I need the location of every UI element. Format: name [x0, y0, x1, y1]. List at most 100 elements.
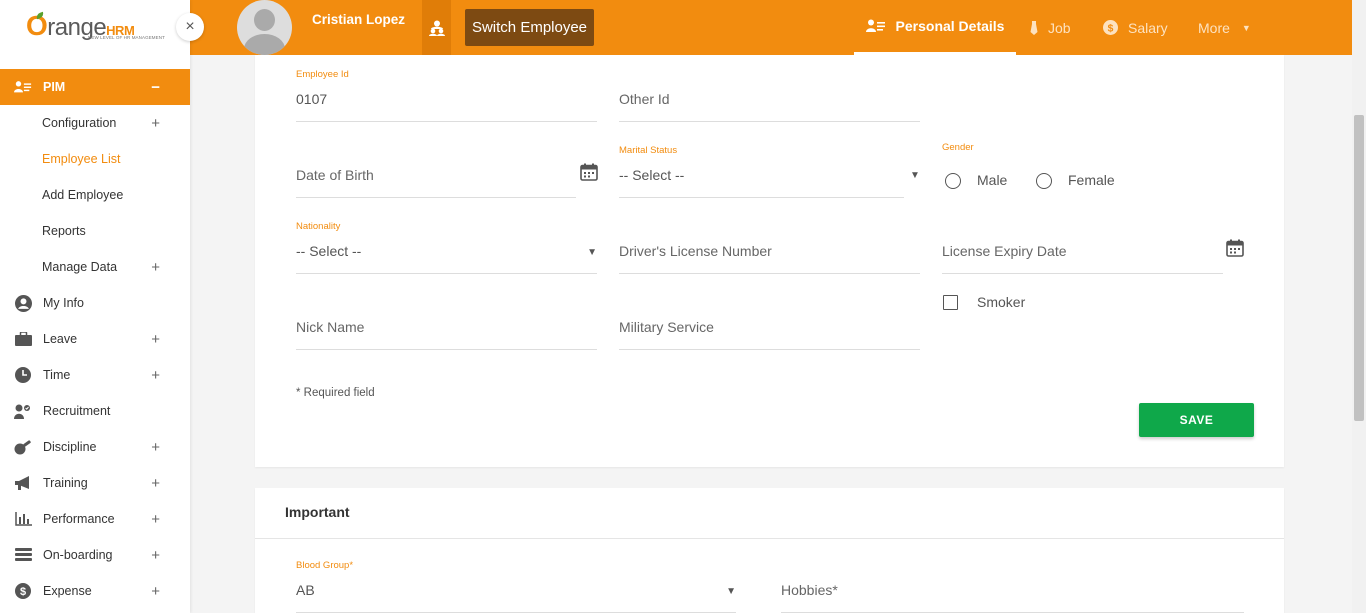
tab-label: More	[1198, 19, 1230, 36]
menu-item-my-info[interactable]: My Info	[0, 285, 190, 321]
field-value: AB	[296, 582, 315, 598]
menu-item-performance[interactable]: Performance +	[0, 501, 190, 537]
personal-details-card: Employee Id 0107 Other Id Date of Birth …	[255, 55, 1284, 467]
date-of-birth-field[interactable]: Date of Birth	[296, 141, 576, 198]
employee-name: Cristian Lopez	[312, 12, 406, 27]
drivers-license-field[interactable]: Driver's License Number	[619, 217, 920, 274]
save-button[interactable]: SAVE	[1139, 403, 1254, 437]
tab-personal-details[interactable]: Personal Details	[854, 0, 1016, 55]
field-placeholder: Military Service	[619, 319, 714, 335]
section-title: Important	[285, 504, 350, 520]
field-label: Employee Id	[296, 69, 349, 80]
calendar-icon[interactable]	[1226, 239, 1244, 262]
menu-item-pim[interactable]: PIM −	[0, 69, 190, 105]
caret-down-icon[interactable]: ▼	[587, 247, 597, 258]
menu-item-onboarding[interactable]: On-boarding +	[0, 537, 190, 573]
menu-item-discipline[interactable]: Discipline +	[0, 429, 190, 465]
field-placeholder: Hobbies*	[781, 582, 838, 598]
expand-icon[interactable]: +	[151, 115, 160, 132]
calendar-icon[interactable]	[580, 163, 598, 186]
menu-label: Expense	[43, 584, 92, 598]
expand-icon[interactable]: +	[151, 511, 160, 528]
sub-item-label: Reports	[42, 224, 86, 238]
clock-icon	[14, 366, 32, 384]
top-bar: Cristian Lopez Switch Employee Personal …	[190, 0, 1366, 55]
radio-label: Female	[1068, 172, 1115, 188]
expand-icon[interactable]: +	[151, 367, 160, 384]
expand-icon[interactable]: +	[151, 475, 160, 492]
tab-label: Job	[1048, 19, 1071, 36]
menu-label: Leave	[43, 332, 78, 346]
tab-label: Personal Details	[895, 18, 1005, 34]
menu-item-leave[interactable]: Leave +	[0, 321, 190, 357]
expand-icon[interactable]: +	[151, 547, 160, 564]
pim-icon	[14, 78, 32, 96]
caret-down-icon[interactable]: ▼	[726, 586, 736, 597]
main-menu: PIM − Configuration + Employee List Add …	[0, 69, 190, 609]
menu-label: On-boarding	[43, 548, 113, 562]
military-service-field[interactable]: Military Service	[619, 293, 920, 350]
menu-item-training[interactable]: Training +	[0, 465, 190, 501]
hobbies-field[interactable]: Hobbies*	[781, 556, 1244, 613]
megaphone-icon	[14, 474, 32, 492]
sub-item-employee-list[interactable]: Employee List	[0, 141, 190, 177]
tie-icon	[1030, 20, 1038, 35]
field-value: -- Select --	[296, 243, 362, 259]
expand-icon[interactable]: +	[151, 331, 160, 348]
menu-label: Time	[43, 368, 71, 382]
discipline-icon	[14, 438, 32, 456]
collapse-icon[interactable]: −	[151, 79, 160, 96]
sub-item-label: Employee List	[42, 152, 121, 166]
license-expiry-field[interactable]: License Expiry Date	[942, 217, 1223, 274]
blood-group-select[interactable]: Blood Group* AB ▼	[296, 556, 736, 613]
required-field-note: * Required field	[296, 387, 375, 399]
briefcase-icon	[14, 330, 32, 348]
svg-text:$: $	[20, 586, 26, 598]
gender-female-radio[interactable]	[1036, 173, 1052, 189]
nationality-select[interactable]: Nationality -- Select -- ▼	[296, 217, 597, 274]
switch-employee-button[interactable]: Switch Employee	[465, 9, 594, 46]
expand-icon[interactable]: +	[151, 583, 160, 600]
scrollbar[interactable]	[1352, 55, 1366, 613]
important-card: Important Blood Group* AB ▼ Hobbies*	[255, 488, 1284, 613]
other-id-field[interactable]: Other Id	[619, 65, 920, 122]
dollar-icon: $	[14, 582, 32, 600]
menu-label: My Info	[43, 296, 84, 310]
marital-status-select[interactable]: Marital Status -- Select --	[619, 141, 904, 198]
field-placeholder: Other Id	[619, 91, 670, 107]
nick-name-field[interactable]: Nick Name	[296, 293, 597, 350]
switch-employee-icon[interactable]	[422, 0, 451, 55]
sub-item-reports[interactable]: Reports	[0, 213, 190, 249]
radio-label: Male	[977, 172, 1008, 188]
gender-male-radio[interactable]	[945, 173, 961, 189]
expand-icon[interactable]: +	[151, 259, 160, 276]
sub-item-label: Configuration	[42, 116, 117, 130]
stack-icon	[14, 546, 32, 564]
sub-item-configuration[interactable]: Configuration +	[0, 105, 190, 141]
avatar[interactable]	[237, 0, 292, 55]
person-card-icon	[865, 19, 886, 33]
menu-label: Training	[43, 476, 88, 490]
field-label: Marital Status	[619, 145, 678, 156]
menu-item-time[interactable]: Time +	[0, 357, 190, 393]
field-value: -- Select --	[619, 167, 685, 183]
tab-more[interactable]: More ▼	[1198, 0, 1251, 55]
field-label: Nationality	[296, 221, 341, 232]
gender-label: Gender	[942, 142, 974, 153]
close-sidebar-button[interactable]: ×	[176, 13, 204, 41]
sub-item-manage-data[interactable]: Manage Data +	[0, 249, 190, 285]
menu-label: Performance	[43, 512, 115, 526]
scrollbar-thumb[interactable]	[1354, 115, 1364, 421]
smoker-checkbox[interactable]	[943, 295, 958, 310]
employee-id-field[interactable]: Employee Id 0107	[296, 65, 597, 122]
sub-item-label: Manage Data	[42, 260, 118, 274]
menu-item-expense[interactable]: $ Expense +	[0, 573, 190, 609]
sub-item-add-employee[interactable]: Add Employee	[0, 177, 190, 213]
tab-label: Salary	[1128, 19, 1168, 36]
sidebar: OrangeHRM NEW LEVEL OF HR MANAGEMENT × P…	[0, 0, 204, 613]
sub-item-label: Add Employee	[42, 188, 124, 202]
menu-item-recruitment[interactable]: Recruitment	[0, 393, 190, 429]
tab-salary[interactable]: $ Salary	[1103, 0, 1168, 55]
tab-job[interactable]: Job	[1030, 0, 1071, 55]
expand-icon[interactable]: +	[151, 439, 160, 456]
